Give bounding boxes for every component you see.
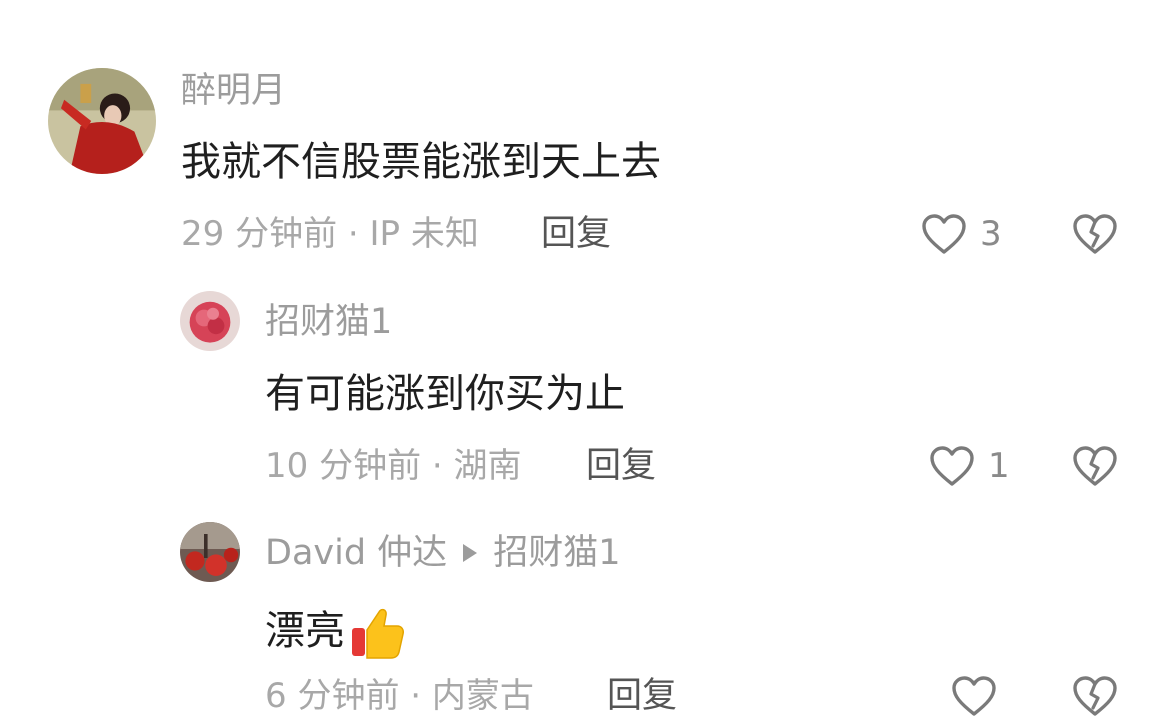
- comment-timestamp: 6 分钟前 · 内蒙古: [265, 676, 534, 716]
- comment-username[interactable]: 招财猫1: [265, 305, 392, 340]
- heart-icon: [920, 212, 968, 256]
- heart-icon: [928, 444, 976, 488]
- username-text[interactable]: David 仲达: [265, 533, 447, 573]
- thumbs-up-icon: [349, 604, 407, 662]
- reply-target-username[interactable]: 招财猫1: [493, 533, 620, 573]
- comment-text: 我就不信股票能涨到天上去: [181, 139, 661, 185]
- reply-button[interactable]: 回复: [607, 679, 677, 714]
- avatar[interactable]: [180, 522, 240, 582]
- reply-button[interactable]: 回复: [586, 449, 656, 484]
- comment-text-body: 漂亮: [265, 608, 345, 654]
- comment-text: 有可能涨到你买为止: [265, 371, 625, 417]
- comment-username[interactable]: David 仲达 招财猫1: [265, 536, 620, 571]
- heart-icon: [950, 674, 998, 718]
- comment-username[interactable]: 醉明月: [181, 74, 286, 109]
- like-button[interactable]: [950, 674, 998, 718]
- broken-heart-icon: [1071, 444, 1119, 488]
- comment-text: 漂亮: [265, 604, 407, 662]
- like-button[interactable]: 1: [928, 444, 1010, 488]
- like-count: 3: [980, 214, 1002, 254]
- broken-heart-icon: [1071, 212, 1119, 256]
- dislike-button[interactable]: [1071, 674, 1119, 718]
- like-count: 1: [988, 446, 1010, 486]
- like-button[interactable]: 3: [920, 212, 1002, 256]
- avatar[interactable]: [180, 291, 240, 351]
- comment-timestamp: 29 分钟前 · IP 未知: [181, 214, 479, 254]
- avatar[interactable]: [48, 68, 156, 174]
- broken-heart-icon: [1071, 674, 1119, 718]
- reply-arrow-icon: [463, 543, 478, 562]
- dislike-button[interactable]: [1071, 444, 1119, 488]
- comment-timestamp: 10 分钟前 · 湖南: [265, 446, 522, 486]
- reply-button[interactable]: 回复: [541, 217, 611, 252]
- dislike-button[interactable]: [1071, 212, 1119, 256]
